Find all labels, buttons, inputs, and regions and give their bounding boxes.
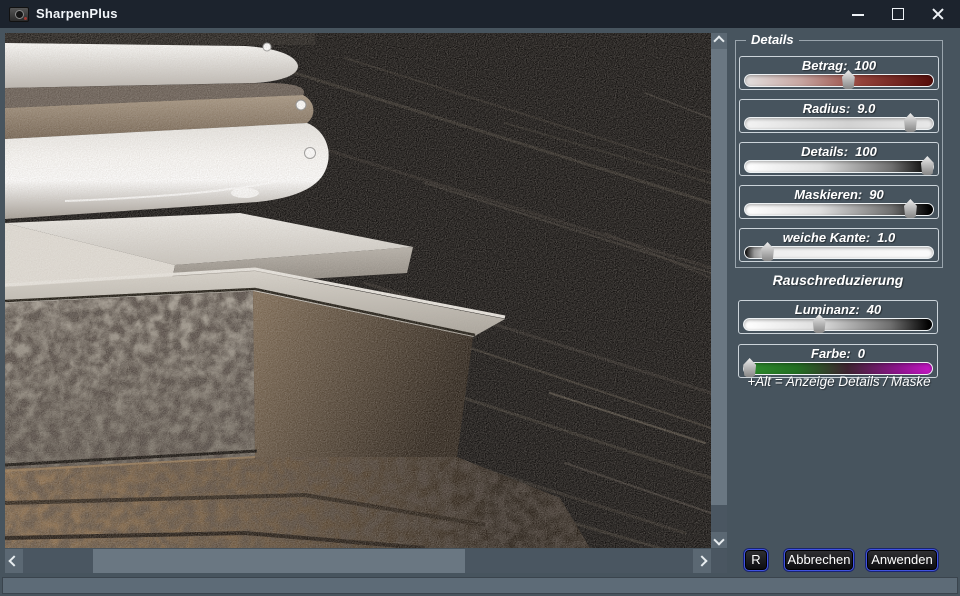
slider-luminanz: Luminanz: 40 (738, 300, 938, 334)
details-label: Details: (801, 144, 848, 159)
maskieren-caption: Maskieren: 90 (740, 186, 938, 202)
scroll-left-button[interactable] (5, 549, 23, 573)
window-controls (838, 0, 958, 28)
betrag-label: Betrag: (802, 58, 848, 73)
noise-reduction-section: Rauschreduzierung Luminanz: 40 Farbe: 0 (735, 266, 941, 388)
betrag-value: 100 (854, 58, 876, 73)
status-bar (2, 577, 958, 594)
preview-image[interactable] (5, 33, 711, 548)
sharpenplus-window: { "window": { "title": "SharpenPlus" }, … (0, 0, 960, 596)
preview-photo (5, 33, 711, 548)
reset-button[interactable]: R (744, 549, 768, 571)
weiche-kante-caption: weiche Kante: 1.0 (740, 229, 938, 245)
details-groupbox: Details Betrag:100Radius:9.0Details:100M… (735, 40, 943, 268)
scrollbar-corner (711, 549, 727, 573)
slider-details: Details: 100 (739, 142, 939, 176)
maskieren-value: 90 (869, 187, 883, 202)
luminanz-slider-track[interactable] (743, 318, 933, 331)
maskieren-label: Maskieren: (794, 187, 862, 202)
scroll-right-icon (696, 555, 707, 566)
horizontal-scrollbar[interactable] (5, 549, 711, 573)
radius-label: Radius: (803, 101, 851, 116)
luminanz-value: 40 (867, 302, 881, 317)
details-slider-track[interactable] (744, 160, 934, 173)
betrag-slider-track[interactable] (744, 74, 934, 87)
details-value: 100 (855, 144, 877, 159)
scroll-left-icon (8, 555, 19, 566)
farbe-value: 0 (858, 346, 865, 361)
apply-button[interactable]: Anwenden (866, 549, 938, 571)
vertical-scrollbar[interactable] (711, 33, 727, 548)
cancel-button[interactable]: Abbrechen (784, 549, 854, 571)
scroll-down-icon (713, 534, 724, 545)
radius-slider-track[interactable] (744, 117, 934, 130)
scroll-down-button[interactable] (711, 532, 727, 548)
scroll-right-button[interactable] (693, 549, 711, 573)
maximize-icon (892, 8, 904, 20)
maximize-button[interactable] (878, 0, 918, 28)
noise-reduction-heading: Rauschreduzierung (735, 272, 941, 288)
slider-farbe: Farbe: 0 (738, 344, 938, 378)
slider-maskieren: Maskieren: 90 (739, 185, 939, 219)
vertical-scroll-thumb[interactable] (711, 49, 727, 505)
maskieren-slider-track[interactable] (744, 203, 934, 216)
luminanz-label: Luminanz: (795, 302, 860, 317)
weiche-kante-label: weiche Kante: (783, 230, 870, 245)
slider-radius: Radius: 9.0 (739, 99, 939, 133)
farbe-caption: Farbe: 0 (739, 345, 937, 361)
slider-weiche-kante: weiche Kante: 1.0 (739, 228, 939, 262)
horizontal-scroll-thumb[interactable] (93, 549, 465, 573)
details-slider-stack: Betrag: 100 Radius: 9.0 Details: 100 Maskieren… (736, 56, 942, 271)
titlebar[interactable]: SharpenPlus (0, 0, 960, 28)
slider-betrag: Betrag: 100 (739, 56, 939, 90)
window-title: SharpenPlus (36, 6, 118, 21)
farbe-label: Farbe: (811, 346, 851, 361)
radius-value: 9.0 (857, 101, 875, 116)
scroll-up-icon (713, 35, 724, 46)
luminanz-caption: Luminanz: 40 (739, 301, 937, 317)
weiche-kante-slider-track[interactable] (744, 246, 934, 259)
camera-icon (9, 7, 29, 22)
close-button[interactable] (918, 0, 958, 28)
details-caption: Details: 100 (740, 143, 938, 159)
details-group-label: Details (746, 32, 799, 47)
radius-caption: Radius: 9.0 (740, 100, 938, 116)
noise-grain (5, 33, 711, 548)
alt-hint-text: +Alt = Anzeige Details / Maske (725, 374, 953, 389)
noise-slider-stack: Luminanz: 40 Farbe: 0 (735, 300, 941, 378)
minimize-icon (852, 14, 864, 16)
scroll-up-button[interactable] (711, 33, 727, 49)
betrag-caption: Betrag: 100 (740, 57, 938, 73)
minimize-button[interactable] (838, 0, 878, 28)
weiche-kante-value: 1.0 (877, 230, 895, 245)
